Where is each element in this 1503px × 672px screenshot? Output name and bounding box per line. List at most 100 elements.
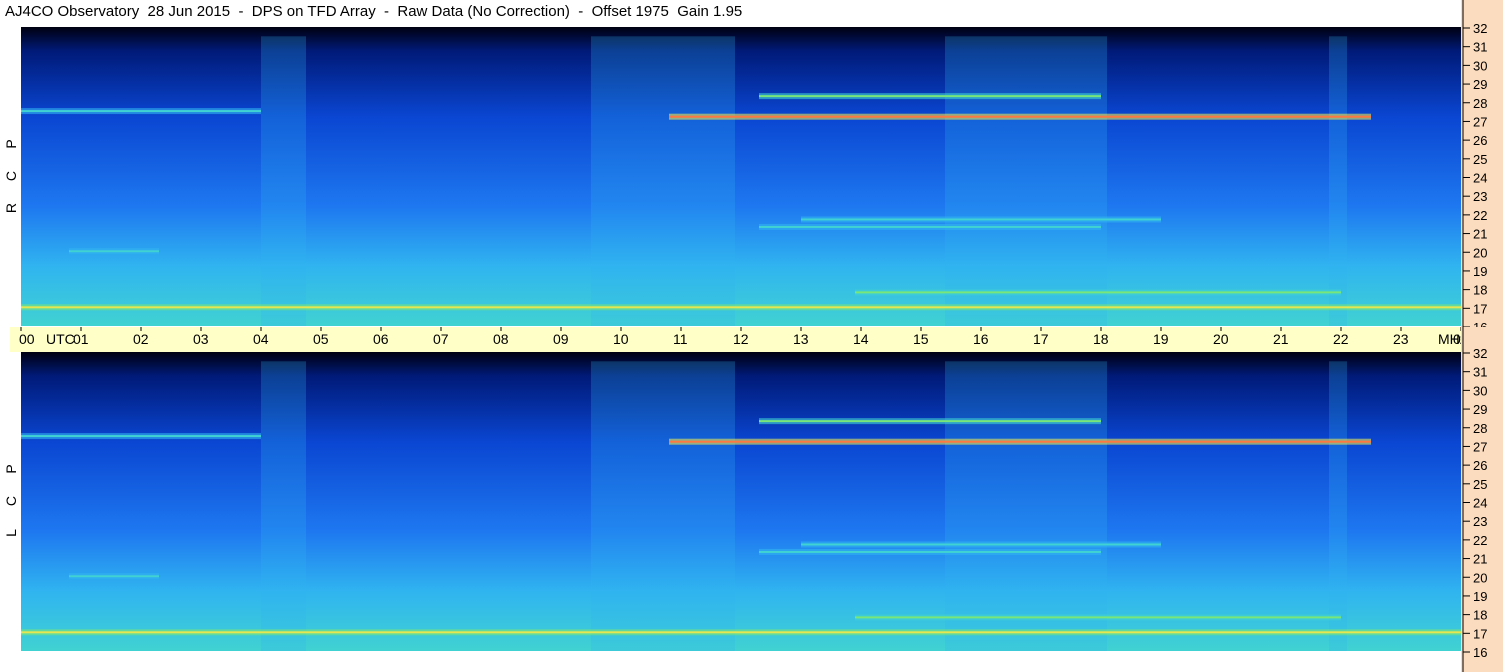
spectrogram-background	[21, 27, 1461, 326]
time-tick-label: 13	[793, 331, 809, 347]
freq-tick-label: 25	[1473, 152, 1487, 167]
bright-column	[945, 361, 1107, 651]
freq-tick-label: 18	[1473, 283, 1487, 298]
lcp-letter-p: P	[3, 464, 19, 474]
freq-tick-label: 23	[1473, 189, 1487, 204]
freq-tick-label: 17	[1473, 626, 1487, 641]
lcp-spectrogram	[21, 352, 1461, 651]
time-tick-label: 11	[673, 331, 688, 347]
spectrogram-background	[21, 352, 1461, 651]
freq-tick-label: 28	[1473, 421, 1487, 436]
bright-column	[945, 36, 1107, 326]
emission-band	[21, 306, 1461, 309]
bright-column	[1329, 36, 1347, 326]
time-tick-label: 02	[133, 331, 149, 347]
emission-band	[855, 291, 1341, 294]
freq-tick-label: 31	[1473, 40, 1487, 55]
freq-tick-label: 30	[1473, 58, 1487, 73]
emission-band	[759, 225, 1101, 228]
freq-tick-label: 19	[1473, 264, 1487, 279]
emission-band	[69, 250, 159, 253]
time-tick-label: 10	[613, 331, 629, 347]
emission-band	[21, 435, 261, 438]
freq-tick-label: 16	[1473, 320, 1487, 327]
time-tick-label: 01	[73, 331, 89, 347]
time-tick-label: 17	[1033, 331, 1049, 347]
freq-tick-label: 28	[1473, 96, 1487, 111]
time-tick-label: 21	[1273, 331, 1289, 347]
rcp-letter-c: C	[3, 170, 19, 182]
bright-column	[1329, 361, 1347, 651]
time-tick-label: 15	[913, 331, 929, 347]
rcp-letter-p: P	[3, 139, 19, 149]
emission-band	[669, 440, 1371, 443]
bright-column	[261, 361, 306, 651]
freq-tick-label: 24	[1473, 496, 1487, 511]
freq-tick-label: 31	[1473, 365, 1487, 380]
rcp-label: R C P	[0, 130, 22, 220]
emission-band	[855, 616, 1341, 619]
bright-column	[591, 361, 735, 651]
time-tick-label: 09	[553, 331, 569, 347]
time-tick-label: 06	[373, 331, 389, 347]
freq-unit-label: MHz	[1438, 331, 1462, 347]
time-axis: 00 01 02 03 04 05 06 07 08 09 10 11 12 13 14 15 16 17 18 19…	[10, 327, 1462, 352]
freq-tick-label: 21	[1473, 227, 1487, 242]
emission-band	[759, 550, 1101, 553]
time-tick-label: 18	[1093, 331, 1109, 347]
emission-band	[759, 420, 1101, 423]
emission-band	[69, 575, 159, 578]
freq-tick-label: 29	[1473, 77, 1487, 92]
bright-column	[591, 36, 735, 326]
rcp-spectrogram	[21, 27, 1461, 326]
time-tick-label: 12	[733, 331, 749, 347]
freq-tick-label: 16	[1473, 645, 1487, 660]
freq-tick-label: 18	[1473, 608, 1487, 623]
freq-tick-label: 26	[1473, 458, 1487, 473]
time-tick-label: 00	[19, 331, 35, 347]
chart-title: AJ4CO Observatory 28 Jun 2015 - DPS on T…	[5, 3, 743, 20]
bright-column	[261, 36, 306, 326]
lcp-frequency-axis: 32 31 30 29 28 27 26 25 24 23 22 21 20 19 18 17 16	[1461, 327, 1503, 672]
freq-tick-label: 23	[1473, 514, 1487, 529]
lcp-letter-l: L	[3, 529, 19, 537]
time-tick-label: 20	[1213, 331, 1229, 347]
freq-tick-label: 20	[1473, 245, 1487, 260]
emission-band	[759, 95, 1101, 98]
lcp-letter-c: C	[3, 495, 19, 507]
freq-tick-label: 27	[1473, 439, 1487, 454]
freq-tick-label: 21	[1473, 552, 1487, 567]
freq-tick-label: 20	[1473, 570, 1487, 585]
freq-tick-label: 22	[1473, 208, 1487, 223]
freq-tick-label: 19	[1473, 589, 1487, 604]
time-tick-label: 14	[853, 331, 869, 347]
freq-tick-label: 27	[1473, 114, 1487, 129]
freq-tick-label: 32	[1473, 21, 1487, 36]
freq-tick-label: 22	[1473, 533, 1487, 548]
emission-band	[669, 115, 1371, 118]
freq-tick-label: 30	[1473, 383, 1487, 398]
emission-band	[801, 218, 1161, 221]
time-tick-label: 05	[313, 331, 329, 347]
freq-tick-label: 25	[1473, 477, 1487, 492]
freq-tick-label: 24	[1473, 171, 1487, 186]
time-tick-label: 22	[1333, 331, 1349, 347]
emission-band	[21, 110, 261, 113]
freq-tick-label: 29	[1473, 402, 1487, 417]
emission-band	[801, 543, 1161, 546]
time-tick-label: 19	[1153, 331, 1169, 347]
time-tick-label: 08	[493, 331, 509, 347]
freq-tick-label: 17	[1473, 301, 1487, 316]
freq-tick-label: 26	[1473, 133, 1487, 148]
rcp-letter-r: R	[3, 202, 19, 214]
lcp-label: L C P	[0, 455, 22, 545]
time-tick-label: 16	[973, 331, 989, 347]
time-tick-label: 04	[253, 331, 269, 347]
time-tick-label: 07	[433, 331, 449, 347]
time-tick-label: 23	[1393, 331, 1409, 347]
time-tick-label: 03	[193, 331, 209, 347]
freq-tick-label: 32	[1473, 346, 1487, 361]
time-unit-label: UTC	[46, 331, 75, 347]
emission-band	[21, 631, 1461, 634]
rcp-frequency-axis: 32 31 30 29 28 27 26 25 24 23 22 21 20 19 18 17 16	[1461, 0, 1503, 327]
